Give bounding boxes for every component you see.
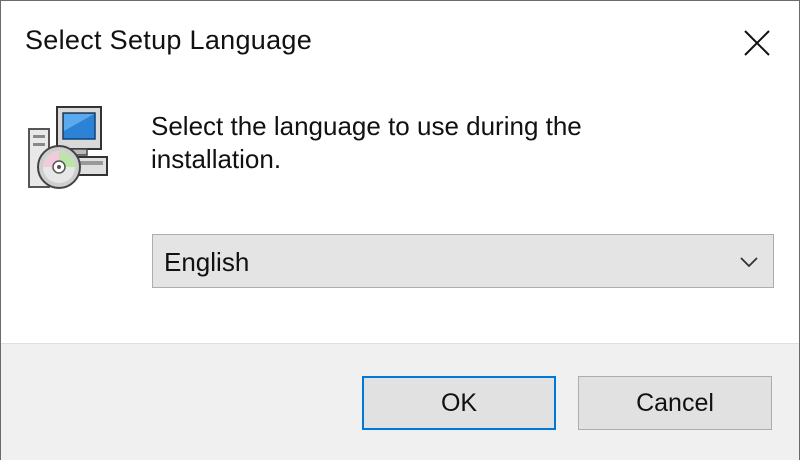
language-prompt: Select the language to use during the in… <box>151 111 582 174</box>
language-select[interactable]: English <box>152 234 774 288</box>
dialog-content: Select the language to use during the in… <box>1 85 799 343</box>
language-select-value: English <box>164 247 250 277</box>
setup-language-dialog: Select Setup Language Select the languag… <box>0 0 800 460</box>
close-icon <box>744 30 770 56</box>
cancel-button[interactable]: Cancel <box>578 376 772 430</box>
window-title: Select Setup Language <box>25 25 313 55</box>
chevron-down-icon <box>740 257 758 268</box>
setup-computer-cd-icon <box>28 106 108 189</box>
close-button[interactable] <box>715 1 799 85</box>
ok-button[interactable]: OK <box>362 376 556 430</box>
button-bar: OK Cancel <box>1 343 799 460</box>
title-bar: Select Setup Language <box>1 1 799 85</box>
